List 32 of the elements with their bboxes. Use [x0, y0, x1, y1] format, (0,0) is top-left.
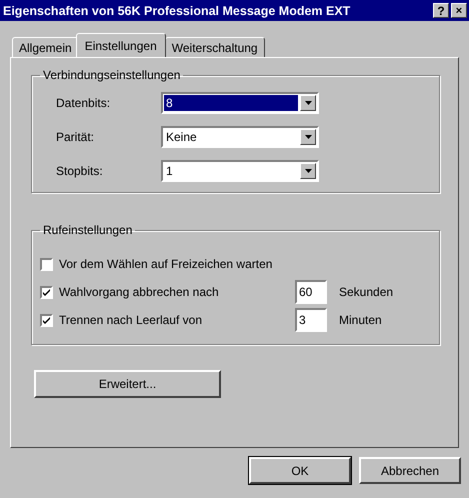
- checkbox[interactable]: [40, 286, 53, 298]
- tab[interactable]: Einstellungen: [76, 33, 166, 57]
- checkbox-label: Wahlvorgang abbrechen nach: [59, 285, 220, 299]
- field-label: Stopbits:: [56, 164, 104, 178]
- help-button[interactable]: ?: [433, 3, 449, 18]
- group-title: Rufeinstellungen: [42, 223, 134, 237]
- checkbox-label: Vor dem Wählen auf Freizeichen warten: [59, 257, 274, 271]
- dropdown[interactable]: 1: [161, 160, 319, 182]
- unit-label: Sekunden: [339, 285, 394, 299]
- dropdown[interactable]: 8: [161, 92, 319, 114]
- dropdown-value: Keine: [165, 129, 198, 145]
- field-label: Parität:: [56, 130, 96, 144]
- cancel-button[interactable]: Abbrechen: [359, 457, 461, 484]
- tab[interactable]: Weiterschaltung: [164, 37, 265, 57]
- tab[interactable]: Allgemein: [12, 37, 79, 57]
- group-title: Verbindungseinstellungen: [42, 68, 182, 82]
- checkbox-label: Trennen nach Leerlauf von: [59, 313, 203, 327]
- dropdown[interactable]: Keine: [161, 126, 319, 148]
- checkmark-icon: [42, 288, 51, 296]
- number-field[interactable]: 3: [295, 308, 327, 332]
- checkbox[interactable]: [40, 314, 53, 326]
- field-label: Datenbits:: [56, 96, 112, 110]
- advanced-button[interactable]: Erweitert...: [34, 370, 221, 398]
- dropdown-value: 1: [165, 163, 174, 179]
- close-button[interactable]: ×: [451, 3, 467, 18]
- checkbox[interactable]: [40, 258, 53, 270]
- checkmark-icon: [42, 316, 51, 324]
- unit-label: Minuten: [339, 313, 382, 327]
- number-field[interactable]: 60: [295, 280, 327, 304]
- dropdown-value: 8: [164, 95, 298, 111]
- ok-button[interactable]: OK: [249, 457, 351, 484]
- window-title: Eigenschaften von 56K Professional Message Modem EXT: [3, 4, 350, 18]
